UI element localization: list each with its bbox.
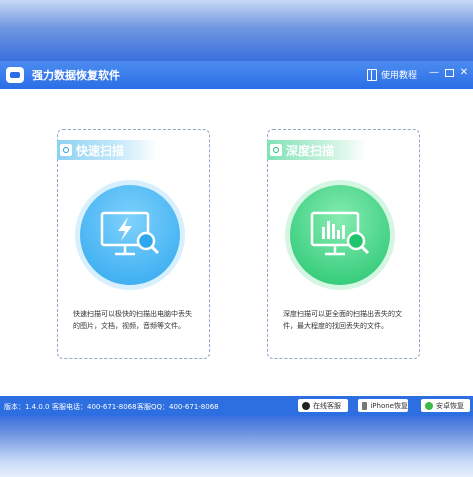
minimize-button[interactable]: — — [427, 66, 441, 80]
monitor-lightning-magnifier-icon — [100, 211, 160, 256]
deep-scan-title: 深度扫描 — [286, 143, 335, 158]
android-recovery-label: 安卓恢复 — [436, 401, 464, 410]
qq-penguin-icon — [302, 401, 310, 410]
maximize-button[interactable] — [442, 66, 456, 80]
deep-scan-description: 深度扫描可以更全面的扫描出丢失的文件，最大程度的找回丢失的文件。 — [283, 310, 402, 330]
qq-text: 客服QQ：400-671-8068 — [137, 403, 219, 411]
deep-scan-illustration — [290, 185, 390, 285]
app-window: 强力数据恢复软件 使用教程 — ✕ 快速扫描 快速扫描可以极快的扫描出电脑中丢失… — [0, 61, 473, 416]
tutorial-label: 使用教程 — [380, 71, 417, 81]
online-service-label: 在线客服 — [313, 401, 341, 410]
book-icon — [366, 68, 377, 81]
scan-icon — [60, 144, 72, 156]
monitor-chart-magnifier-icon — [310, 211, 370, 256]
quick-scan-illustration — [80, 185, 180, 285]
iphone-recovery-button[interactable]: iPhone恢复 — [358, 399, 408, 412]
tutorial-link[interactable]: 使用教程 — [366, 68, 417, 81]
app-title: 强力数据恢复软件 — [32, 69, 120, 82]
scan-icon — [270, 144, 282, 156]
android-recovery-button[interactable]: 安卓恢复 — [421, 399, 470, 412]
online-service-button[interactable]: 在线客服 — [298, 399, 348, 412]
version-text: 版本：1.4.0.0 — [4, 403, 50, 411]
phone-icon — [362, 401, 368, 410]
close-button[interactable]: ✕ — [457, 66, 471, 80]
title-bar: 强力数据恢复软件 使用教程 — ✕ — [0, 61, 473, 89]
status-bar: 版本：1.4.0.0 客服电话：400-671-8068 客服QQ：400-67… — [0, 396, 473, 416]
quick-scan-title: 快速扫描 — [76, 143, 125, 158]
maximize-icon — [444, 69, 454, 77]
android-icon — [425, 401, 433, 410]
background-band — [0, 416, 473, 477]
iphone-recovery-label: iPhone恢复 — [370, 401, 408, 410]
quick-scan-card[interactable]: 快速扫描 快速扫描可以极快的扫描出电脑中丢失的图片，文档，视频，音频等文件。 — [57, 129, 210, 359]
quick-scan-header: 快速扫描 — [57, 140, 157, 160]
deep-scan-card[interactable]: 深度扫描 深度扫描可以更全面的扫描出丢失的文件，最大程度的找回丢失的文件。 — [267, 129, 420, 359]
deep-scan-header: 深度扫描 — [267, 140, 367, 160]
hotline-text: 客服电话：400-671-8068 — [52, 403, 137, 411]
quick-scan-description: 快速扫描可以极快的扫描出电脑中丢失的图片，文档，视频，音频等文件。 — [73, 310, 192, 330]
app-logo-icon — [6, 67, 24, 83]
